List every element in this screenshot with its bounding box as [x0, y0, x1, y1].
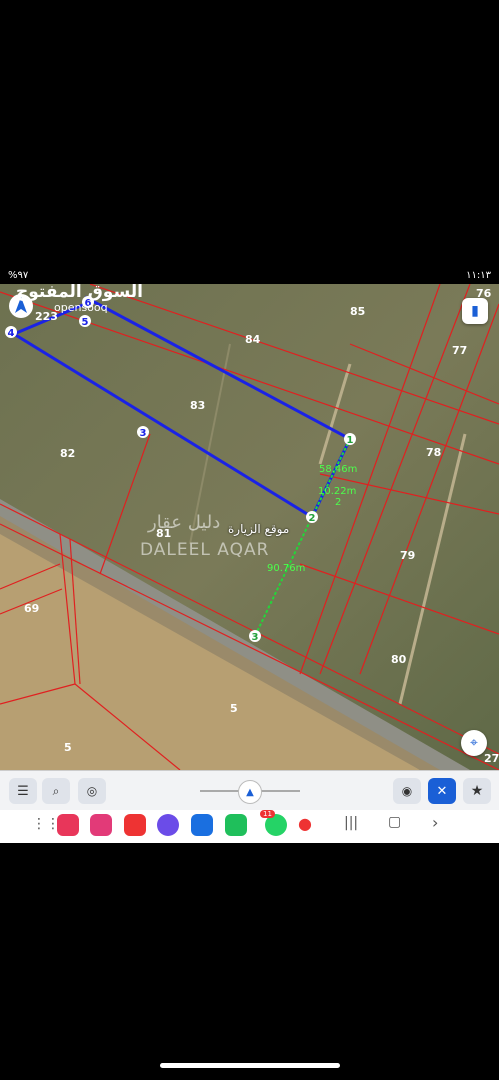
grid-icon[interactable]: ⋮⋮ — [32, 816, 60, 832]
visit-location-label: موقع الزيارة — [228, 522, 290, 536]
parcel-69: 69 — [24, 602, 39, 615]
parcel-78: 78 — [426, 446, 441, 459]
flower-icon[interactable] — [90, 814, 112, 836]
tools-icon: ✕ — [436, 783, 448, 799]
battery-status: %٩٧ — [8, 269, 29, 281]
list-button[interactable]: ☰ — [9, 778, 37, 804]
opensooq-logo-ar: السوق المفتوح — [16, 284, 143, 302]
map-layers-icon: ▮ — [471, 303, 479, 319]
flag-icon[interactable] — [124, 814, 146, 836]
parcel-83: 83 — [190, 399, 205, 412]
daleel-watermark-en: DALEEL AQAR — [140, 540, 270, 560]
location-pin-icon: ◎ — [86, 784, 98, 798]
measure-point-2: 2 — [335, 497, 341, 508]
back-icon[interactable]: › — [432, 813, 438, 832]
parcel-84: 84 — [245, 333, 261, 346]
status-bar: %٩٧ ١١:١٣ — [0, 266, 499, 284]
marker-button[interactable]: ◉ — [393, 778, 421, 804]
search-button[interactable]: ⌕ — [42, 778, 70, 804]
parcel-27: 27 — [484, 752, 499, 765]
favorite-button[interactable]: ★ — [463, 778, 491, 804]
expand-button[interactable]: ▲ — [238, 780, 262, 804]
location-pin-button[interactable]: ◎ — [78, 778, 106, 804]
parcel-79: 79 — [400, 549, 415, 562]
phone-screen: %٩٧ ١١:١٣ 6 5 4 3 1 2 3 223 85 84 77 76 … — [0, 266, 499, 843]
parcel-82: 82 — [60, 447, 75, 460]
list-icon: ☰ — [17, 783, 29, 799]
map-marker-icon: ◉ — [401, 784, 413, 798]
recents-icon[interactable]: ||| — [344, 815, 358, 831]
chat-icon[interactable] — [191, 814, 213, 836]
parcel-77: 77 — [452, 344, 467, 357]
clock: ١١:١٣ — [466, 269, 491, 281]
daleel-watermark-ar: دليل عقار — [148, 512, 221, 533]
home-indicator[interactable] — [160, 1063, 340, 1068]
map-toolbar: ☰ ⌕ ◎ ▲ ◉ ✕ ★ — [0, 770, 499, 811]
phone-icon[interactable] — [225, 814, 247, 836]
system-navbar: ⋮⋮ 11 ● ||| ▢ › — [0, 810, 499, 843]
whatsapp-badge: 11 — [260, 810, 275, 818]
distance-1: 58.46m — [319, 464, 357, 475]
tools-button[interactable]: ✕ — [428, 778, 456, 804]
vertex-4: 4 — [8, 328, 15, 339]
distance-2: 10.22m — [318, 486, 356, 497]
my-location-icon: ⌖ — [470, 735, 478, 751]
parcel-85: 85 — [350, 305, 365, 318]
opensooq-logo-en: opensooq — [54, 301, 108, 314]
chevron-up-icon: ▲ — [246, 786, 254, 798]
parcel-5a: 5 — [230, 702, 238, 715]
maps-icon[interactable]: ● — [298, 814, 320, 836]
home-icon[interactable]: ▢ — [388, 814, 401, 830]
parcel-5b: 5 — [64, 741, 72, 754]
measure-point-3: 3 — [252, 632, 259, 643]
browser-icon[interactable] — [157, 814, 179, 836]
star-icon: ★ — [470, 783, 484, 799]
map-layers-button[interactable]: ▮ — [462, 298, 488, 324]
vertex-2: 2 — [309, 513, 316, 524]
vertex-1: 1 — [347, 435, 354, 446]
camera-icon[interactable] — [57, 814, 79, 836]
vertex-3: 3 — [140, 428, 147, 439]
satellite-map[interactable]: 6 5 4 3 1 2 3 223 85 84 77 76 83 82 78 8… — [0, 284, 499, 770]
search-icon: ⌕ — [52, 783, 60, 798]
distance-3: 90.76m — [267, 563, 305, 574]
my-location-button[interactable]: ⌖ — [461, 730, 487, 756]
vertex-5: 5 — [82, 317, 89, 328]
parcel-80: 80 — [391, 653, 407, 666]
